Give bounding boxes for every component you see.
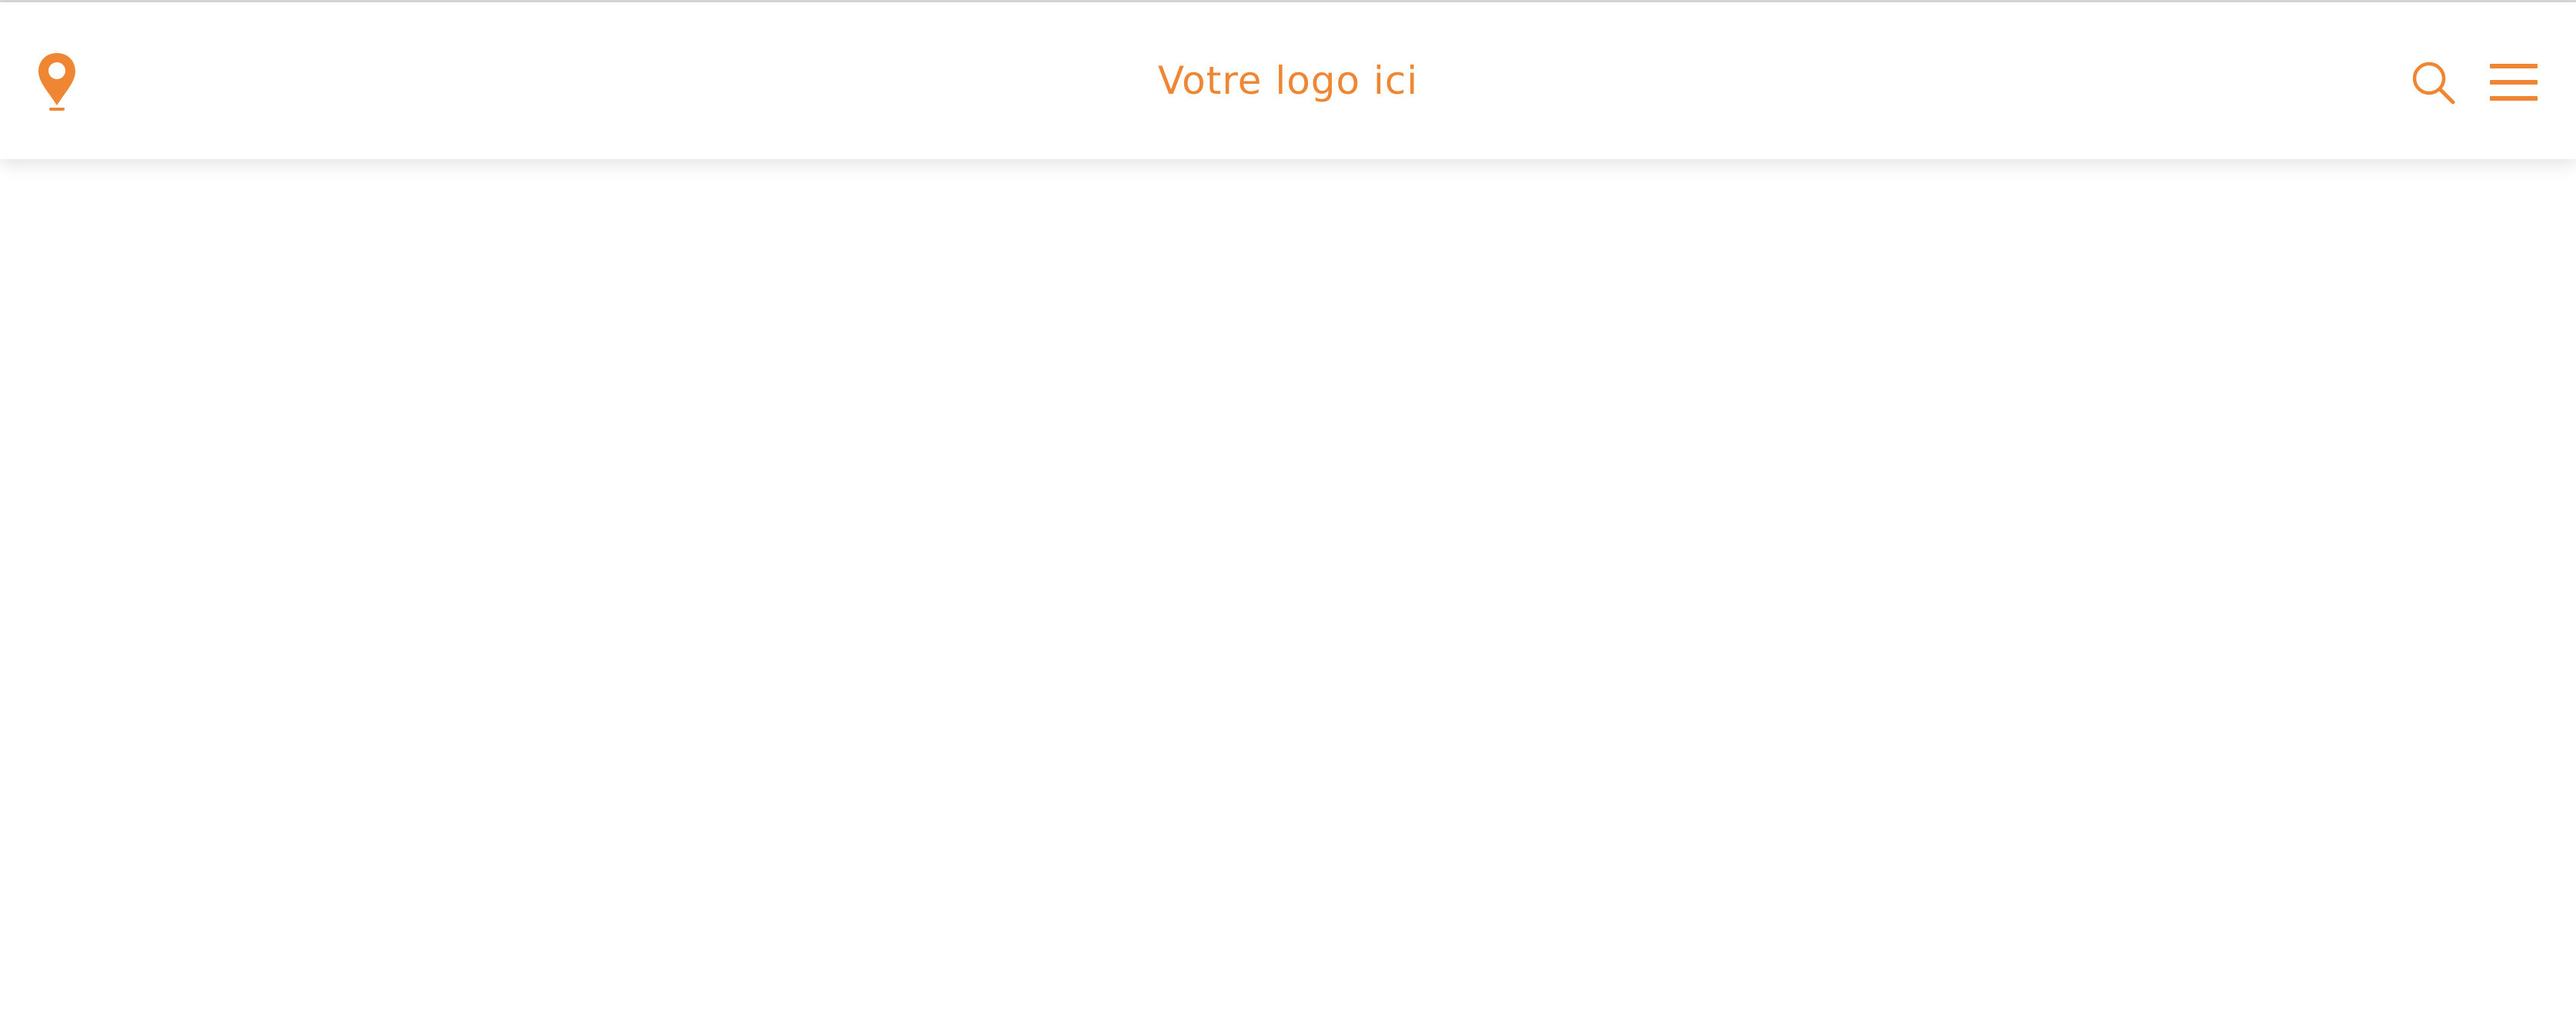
search-button[interactable] [2410, 59, 2456, 105]
site-header: Votre logo ici [0, 2, 2576, 159]
main-content [0, 159, 2576, 1024]
search-icon [2412, 62, 2455, 105]
hamburger-menu-icon-bottom [2490, 96, 2538, 101]
page: Votre logo ici [0, 0, 2576, 1024]
logo-text[interactable]: Votre logo ici [0, 2, 2576, 159]
menu-button[interactable] [2490, 61, 2538, 104]
hamburger-menu-icon [2490, 64, 2538, 68]
map-pin-icon-graphic [38, 53, 75, 111]
map-pin-icon[interactable] [35, 52, 78, 113]
hamburger-menu-icon-middle [2490, 80, 2538, 85]
